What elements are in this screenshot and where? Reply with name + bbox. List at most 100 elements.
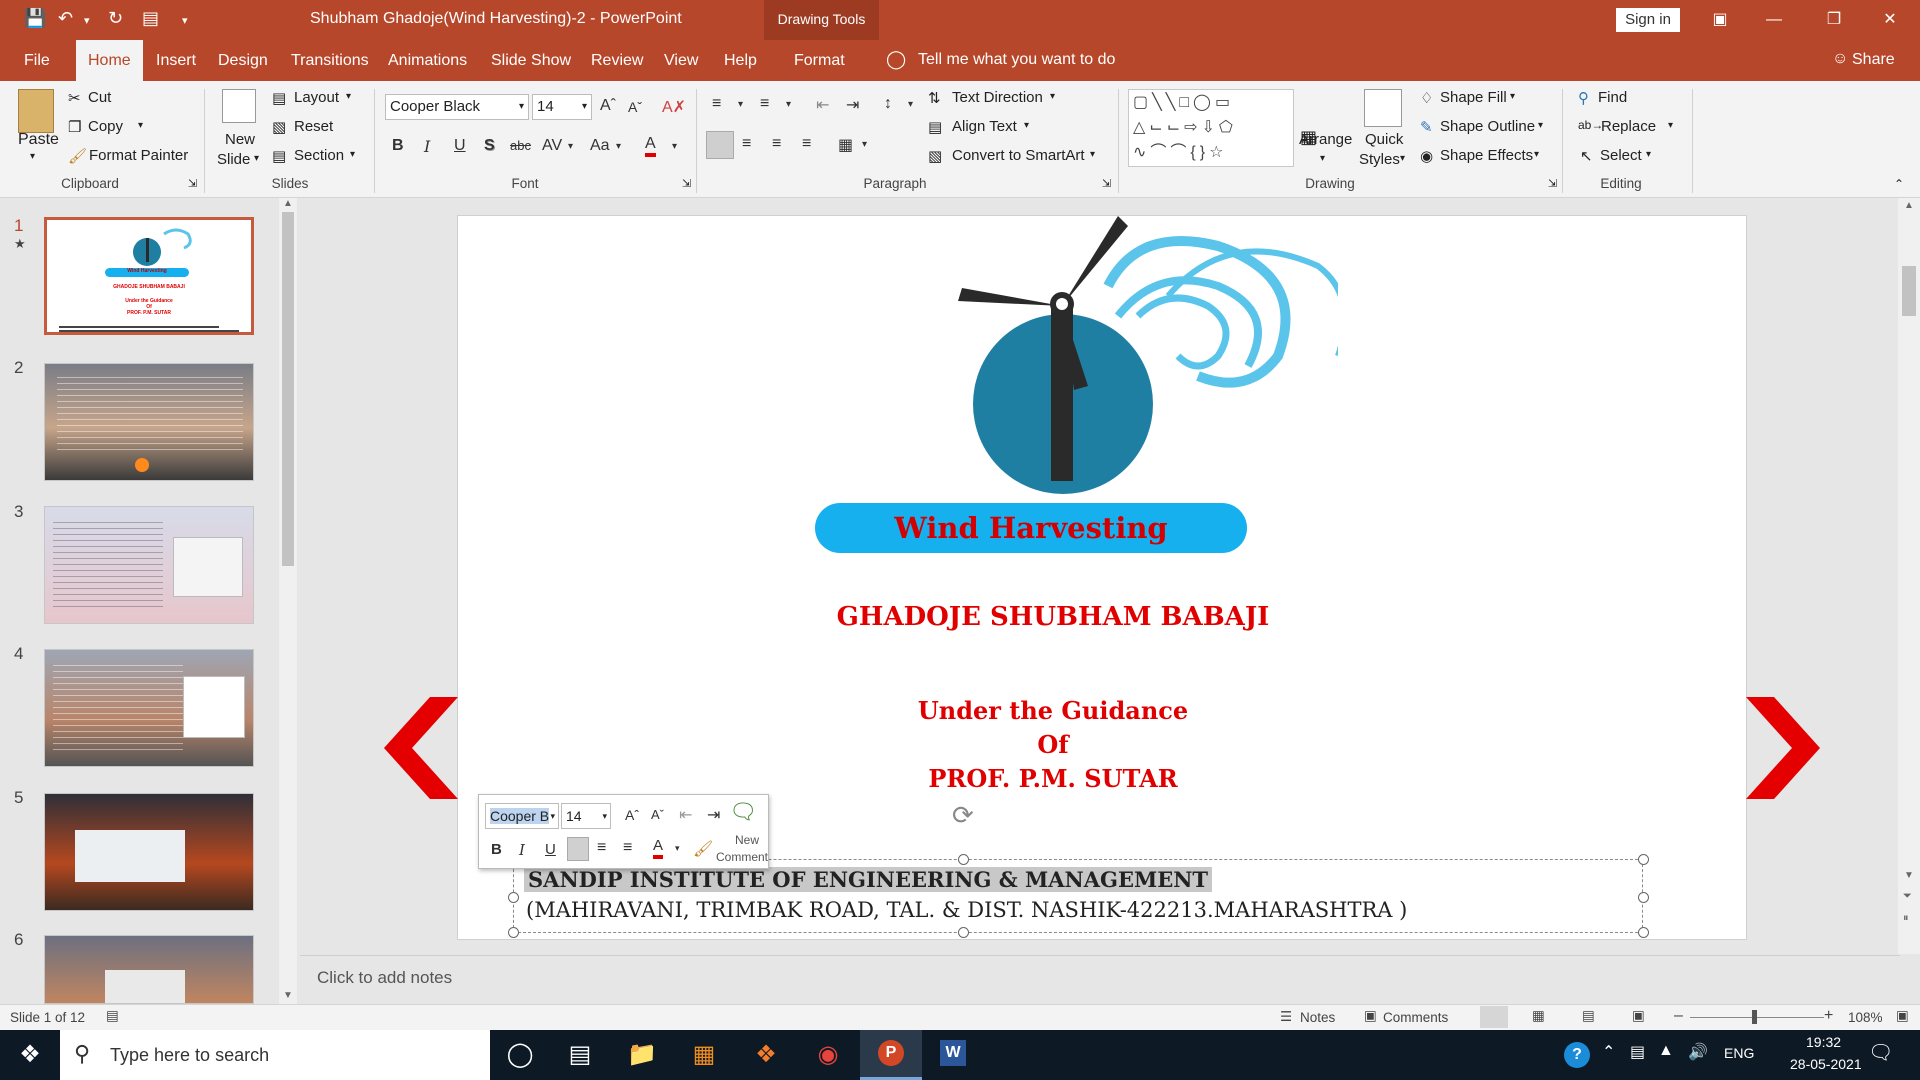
undo-dropdown-icon[interactable]: ▾ [84,14,90,27]
tab-insert[interactable]: Insert [156,40,196,81]
align-left-icon[interactable] [706,131,734,159]
thumbnails-scroll-thumb[interactable] [282,212,294,566]
tab-help[interactable]: Help [724,40,757,81]
zoom-level[interactable]: 108% [1848,1010,1883,1025]
copy-button[interactable]: Copy [88,118,123,135]
italic-icon[interactable]: I [424,137,430,156]
thumbnail-slide-1[interactable]: Wind Harvesting GHADOJE SHUBHAM BABAJI U… [44,217,254,335]
right-arrow-shape[interactable] [1746,697,1820,799]
restore-icon[interactable]: ❐ [1804,0,1864,40]
section-dropdown-icon[interactable]: ▾ [350,149,355,160]
new-slide-icon[interactable] [222,89,256,123]
bullets-dropdown-icon[interactable]: ▾ [738,99,743,110]
help-icon[interactable]: ? [1564,1042,1590,1068]
shape-outline-dropdown-icon[interactable]: ▾ [1538,120,1543,131]
thumbnail-slide-6[interactable] [44,935,254,1004]
font-size-box[interactable]: 14 ▾ [532,94,592,120]
mini-increase-indent-icon[interactable]: ⇥ [707,805,720,825]
clock-date[interactable]: 28-05-2021 [1790,1056,1862,1072]
format-painter-button[interactable]: Format Painter [89,147,188,164]
shape-effects-dropdown-icon[interactable]: ▾ [1534,149,1539,160]
increase-indent-icon[interactable]: ⇥ [846,95,859,115]
notes-toggle-button[interactable]: Notes [1300,1010,1335,1025]
tab-transitions[interactable]: Transitions [291,40,369,81]
mini-bold-icon[interactable]: B [491,841,502,858]
new-slide-label-1[interactable]: New [225,131,255,148]
numbering-icon[interactable]: ≡ [760,95,769,113]
clear-formatting-icon[interactable]: A✗ [662,97,686,117]
fit-to-window-icon[interactable]: ▣ [1896,1008,1909,1024]
battery-icon[interactable]: ▤ [1630,1042,1645,1062]
clock-time[interactable]: 19:32 [1806,1034,1841,1050]
mini-decrease-indent-icon[interactable]: ⇤ [679,805,692,825]
tab-view[interactable]: View [664,40,698,81]
tell-me-input[interactable]: Tell me what you want to do [918,51,1115,69]
slide-sorter-icon[interactable]: ▦ [1532,1008,1545,1024]
spell-check-icon[interactable]: ▤ [106,1008,119,1024]
reset-button[interactable]: Reset [294,118,333,135]
new-comment-icon[interactable]: 🗨 [729,799,757,825]
replace-dropdown-icon[interactable]: ▾ [1668,120,1673,131]
mini-shrink-font-icon[interactable]: Aˇ [651,807,664,822]
resize-handle[interactable] [1638,927,1649,938]
shape-effects-button[interactable]: Shape Effects [1440,147,1533,164]
tab-file[interactable]: File [24,40,50,81]
powerpoint-taskbar-button[interactable]: P [860,1030,922,1080]
find-button[interactable]: Find [1598,89,1627,106]
new-slide-label-2[interactable]: Slide [217,151,250,168]
notes-placeholder[interactable]: Click to add notes [317,968,452,988]
shape-fill-button[interactable]: Shape Fill [1440,89,1507,106]
quick-styles-icon[interactable] [1364,89,1402,127]
sign-in-button[interactable]: Sign in [1616,8,1680,32]
font-launcher-icon[interactable]: ⇲ [682,177,691,190]
thumbnail-slide-5[interactable] [44,793,254,911]
author-name[interactable]: GHADOJE SHUBHAM BABAJI [458,602,1648,632]
cortana-icon[interactable]: ◯ [490,1030,550,1080]
of-line[interactable]: Of [458,730,1648,759]
notifications-icon[interactable]: 🗨 [1868,1040,1893,1065]
shadow-icon[interactable]: S [484,137,495,155]
tab-animations[interactable]: Animations [388,40,467,81]
bold-icon[interactable]: B [392,137,404,155]
thumbnail-slide-3[interactable] [44,506,254,624]
comments-button[interactable]: Comments [1383,1010,1448,1025]
drawing-launcher-icon[interactable]: ⇲ [1548,177,1557,190]
convert-smartart-button[interactable]: Convert to SmartArt [952,147,1085,164]
left-arrow-shape[interactable] [384,697,458,799]
new-slide-dropdown-icon[interactable]: ▾ [254,153,259,164]
previous-slide-icon[interactable]: ⏷ [1903,890,1912,903]
undo-icon[interactable]: ↶ [58,8,73,29]
align-right-icon[interactable]: ≡ [772,135,781,153]
zoom-out-icon[interactable]: – [1674,1007,1683,1025]
zoom-in-icon[interactable]: + [1824,1007,1833,1025]
shapes-gallery[interactable]: ▢╲╲□◯▭ △⌙⌙⇨⇩⬠ ∿⌒⌒{}☆ [1128,89,1294,167]
change-case-icon[interactable]: Aa [590,137,610,155]
layout-dropdown-icon[interactable]: ▾ [346,91,351,102]
zoom-slider[interactable] [1690,1017,1824,1018]
rotate-handle-icon[interactable]: ⟳ [952,800,974,831]
ribbon-display-icon[interactable]: ▣ [1690,0,1750,40]
redo-icon[interactable]: ↻ [108,8,123,29]
main-vertical-scrollbar[interactable]: ▲ ▼ ⏷ ⏸ [1898,198,1920,954]
thumbnail-slide-2[interactable] [44,363,254,481]
char-spacing-icon[interactable]: AV [542,137,562,155]
align-center-icon[interactable]: ≡ [742,135,751,153]
arrange-button[interactable]: Arrange [1299,131,1352,148]
justify-icon[interactable]: ≡ [802,135,811,153]
volume-icon[interactable]: 🔊 [1688,1042,1708,1062]
tab-review[interactable]: Review [591,40,643,81]
section-button[interactable]: Section [294,147,344,164]
quick-styles-dropdown-icon[interactable]: ▾ [1400,153,1405,164]
decrease-font-icon[interactable]: Aˇ [628,99,642,115]
share-button[interactable]: Share [1852,51,1895,69]
paste-icon[interactable] [18,89,54,133]
collapse-ribbon-icon[interactable]: ⌃ [1894,177,1904,191]
institute-address[interactable]: (MAHIRAVANI, TRIMBAK ROAD, TAL. & DIST. … [526,898,1407,922]
wifi-icon[interactable]: ▲ [1658,1042,1674,1060]
mini-format-painter-icon[interactable]: 🖌 [693,839,713,859]
mini-font-dropdown-icon[interactable]: ▾ [550,804,555,828]
xampp-icon[interactable]: ❖ [736,1030,796,1080]
quick-styles-label-2[interactable]: Styles [1359,151,1400,168]
guidance-line[interactable]: Under the Guidance [458,696,1648,725]
normal-view-icon[interactable] [1480,1006,1508,1028]
